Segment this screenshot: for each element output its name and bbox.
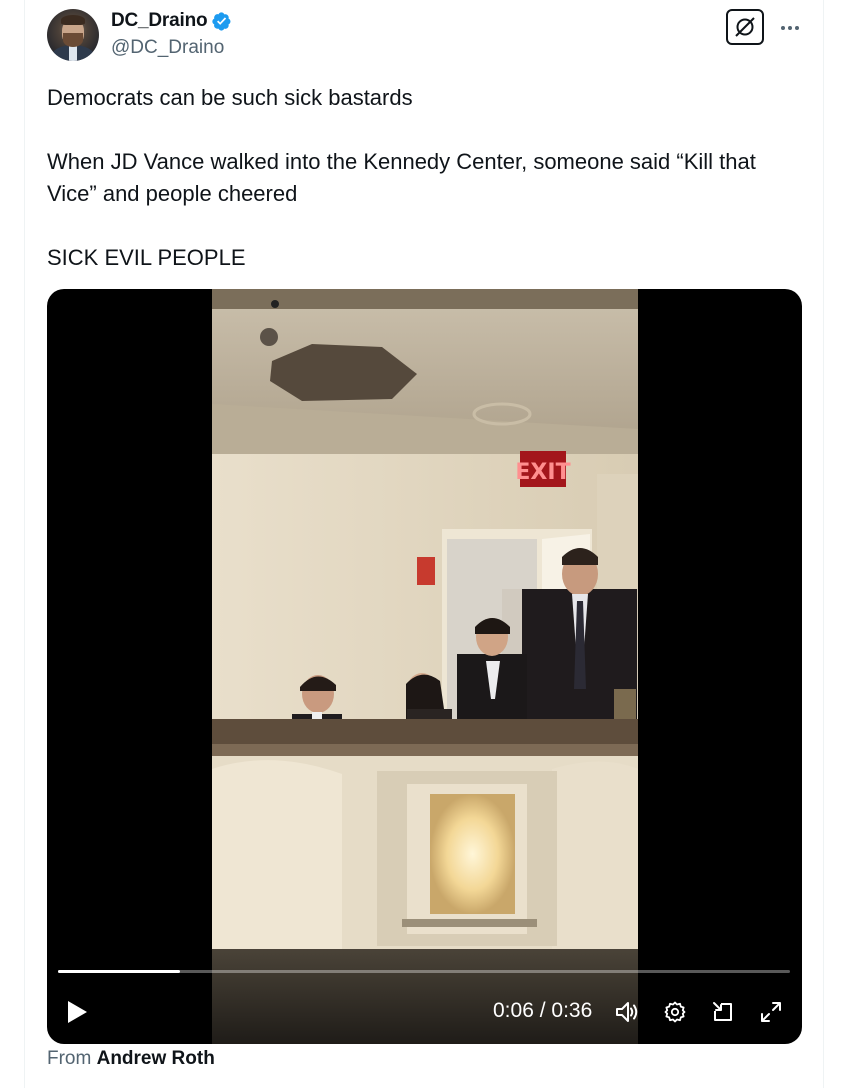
author-display-name[interactable]: DC_Draino	[111, 10, 208, 32]
picture-in-picture-icon	[713, 1002, 732, 1021]
verified-badge-icon	[211, 11, 232, 32]
gear-icon	[664, 1001, 686, 1023]
video-duration: 0:36	[551, 999, 593, 1022]
tweet-paragraph: When JD Vance walked into the Kennedy Ce…	[47, 149, 756, 206]
tweet-paragraph: Democrats can be such sick bastards	[47, 85, 413, 110]
fullscreen-icon	[761, 1002, 781, 1022]
grok-button[interactable]	[726, 9, 764, 45]
settings-button[interactable]	[661, 998, 689, 1026]
video-player[interactable]: EXIT 0:06 / 0:36	[47, 289, 802, 1044]
video-time-display: 0:06 / 0:36	[493, 999, 592, 1023]
video-time-separator: /	[533, 999, 552, 1022]
volume-icon	[616, 1002, 638, 1022]
volume-button[interactable]	[613, 998, 641, 1026]
fullscreen-button[interactable]	[757, 998, 785, 1026]
avatar[interactable]	[47, 9, 99, 61]
more-dots-icon	[781, 26, 799, 30]
video-still: EXIT	[212, 289, 638, 1044]
grok-slash-icon	[735, 17, 755, 37]
more-options-button[interactable]	[776, 14, 804, 42]
exit-sign: EXIT	[515, 460, 570, 485]
author-name-row[interactable]: DC_Draino	[111, 10, 232, 32]
video-progress-bar[interactable]	[58, 970, 790, 973]
tweet-text: Democrats can be such sick bastards When…	[47, 82, 807, 306]
video-frame[interactable]: EXIT	[212, 289, 638, 1044]
picture-in-picture-button[interactable]	[709, 998, 737, 1026]
tweet-paragraph: SICK EVIL PEOPLE	[47, 245, 246, 270]
play-icon	[68, 1001, 87, 1023]
video-attribution: From Andrew Roth	[47, 1048, 215, 1070]
attribution-source-link[interactable]: Andrew Roth	[97, 1048, 215, 1069]
attribution-prefix: From	[47, 1048, 92, 1069]
video-progress-fill	[58, 970, 181, 973]
author-handle[interactable]: @DC_Draino	[111, 37, 224, 59]
play-button[interactable]	[63, 997, 91, 1027]
video-current-time: 0:06	[493, 999, 534, 1022]
